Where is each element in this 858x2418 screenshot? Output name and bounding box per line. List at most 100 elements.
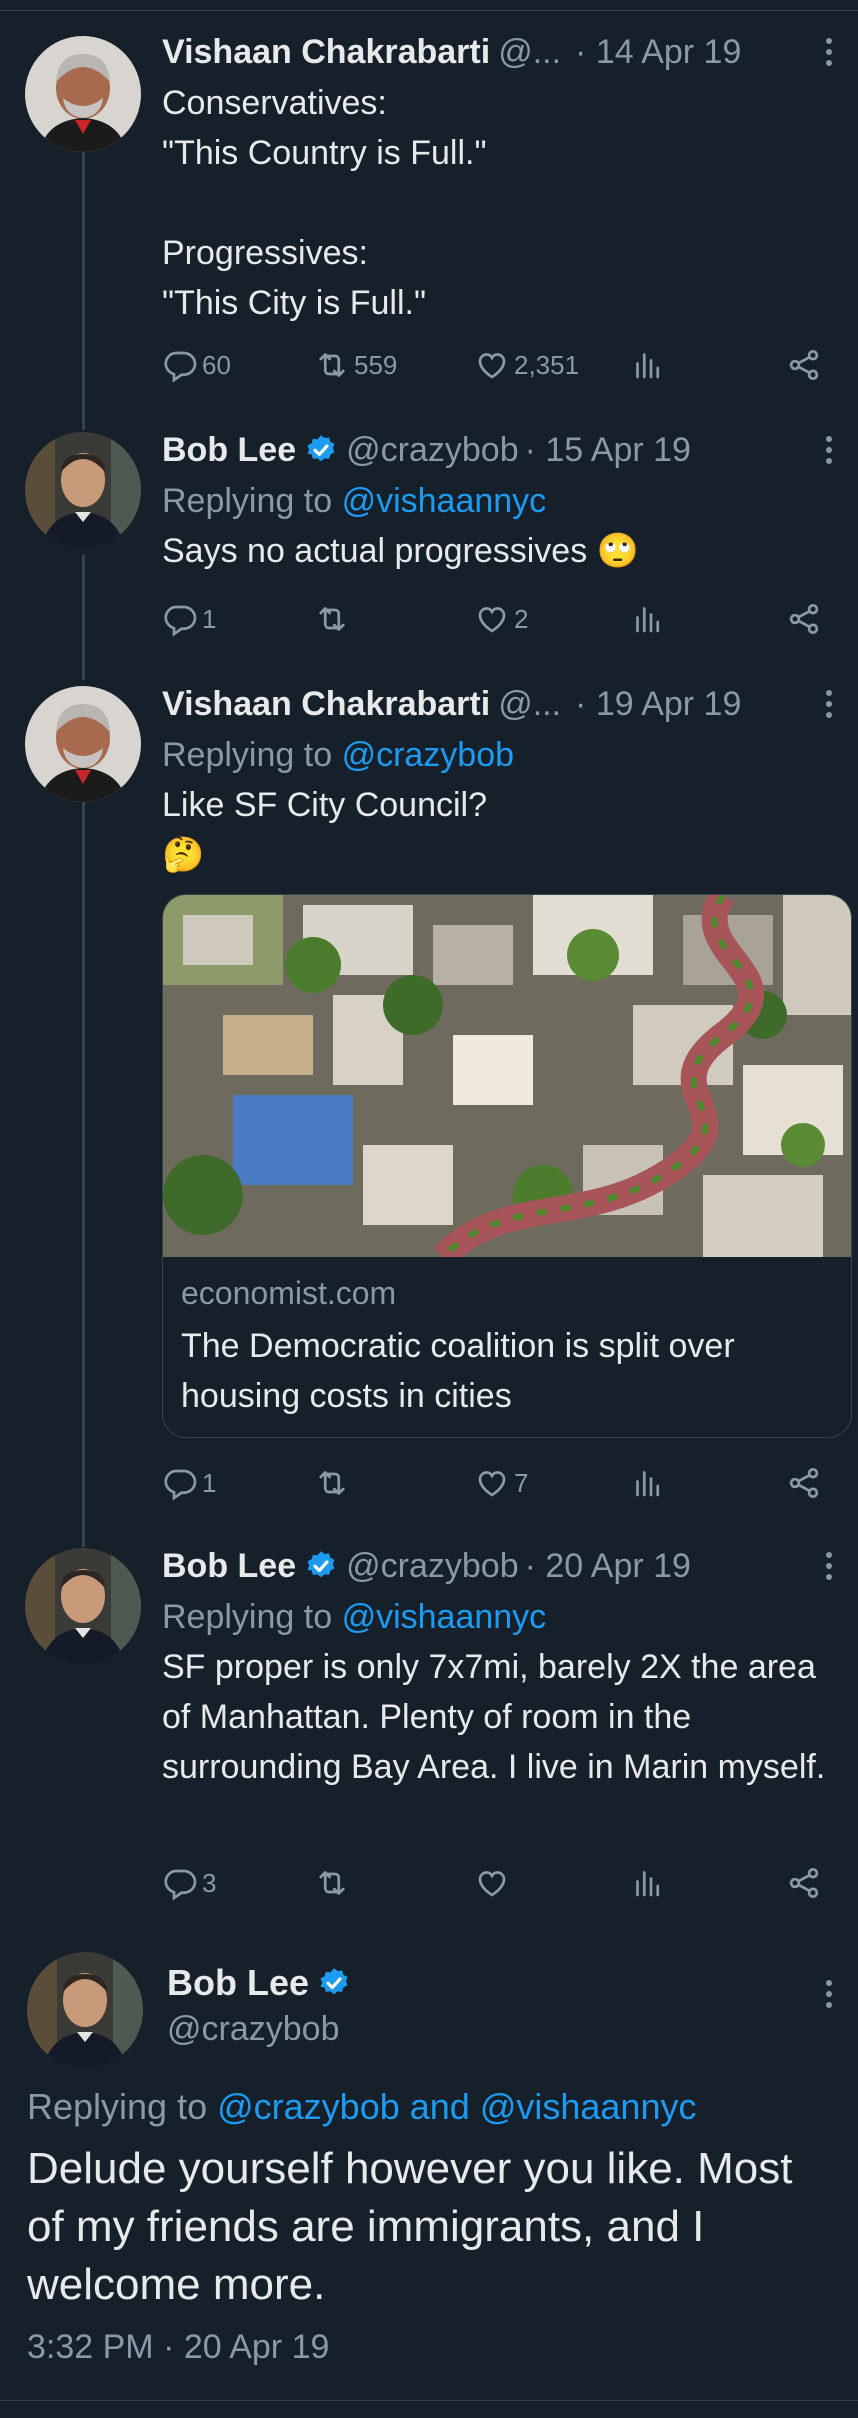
author-handle[interactable]: @... [498, 33, 561, 72]
share-button[interactable] [786, 594, 822, 644]
thread-line [82, 150, 85, 430]
author-name[interactable]: Bob Lee [167, 1962, 309, 2004]
tweet-text: Delude yourself however you like. Most o… [27, 2144, 793, 2309]
tweet-text: Says no actual progressives 🙄 [162, 532, 639, 570]
reply-button[interactable]: 1 [162, 1458, 216, 1508]
share-icon [789, 604, 819, 634]
retweet-button[interactable] [314, 594, 354, 644]
replying-to: Replying to @vishaannyc [162, 476, 844, 526]
replying-prefix: Replying to [162, 482, 333, 520]
thread-line [82, 555, 85, 680]
reply-count: 3 [202, 1867, 217, 1898]
views-icon [636, 1871, 660, 1897]
more-icon[interactable] [814, 1546, 844, 1586]
author-name[interactable]: Vishaan Chakrabarti [162, 33, 490, 72]
more-icon[interactable] [814, 1974, 844, 2014]
replying-to: Replying to @crazybob [162, 730, 844, 780]
views-button[interactable] [630, 1458, 666, 1508]
share-button[interactable] [786, 1858, 822, 1908]
author-name[interactable]: Bob Lee [162, 431, 296, 470]
avatar-image [25, 1548, 141, 1664]
replying-link[interactable]: @vishaannyc [342, 482, 547, 520]
more-icon[interactable] [814, 684, 844, 724]
card-domain: economist.com [181, 1275, 397, 1311]
verified-icon [304, 1549, 338, 1583]
more-icon[interactable] [814, 430, 844, 470]
views-button[interactable] [630, 1858, 666, 1908]
tweet-timestamp[interactable]: 3:32 PM · 20 Apr 19 [27, 2328, 329, 2367]
reply-icon [164, 1469, 197, 1501]
reply-count: 1 [202, 603, 217, 634]
like-count: 2,351 [514, 349, 580, 380]
card-title: The Democratic coalition is split over h… [181, 1327, 735, 1415]
author-handle[interactable]: @crazybob [346, 431, 518, 470]
verified-icon [304, 433, 338, 467]
like-icon [478, 1471, 506, 1497]
views-icon [636, 607, 660, 633]
avatar-bob[interactable] [25, 1548, 141, 1664]
author-handle[interactable]: @... [498, 685, 561, 724]
avatar-image [27, 1952, 143, 2068]
retweet-button[interactable] [314, 1458, 354, 1508]
share-icon [789, 1468, 819, 1498]
reply-button[interactable]: 60 [162, 340, 231, 390]
like-button[interactable]: 2,351 [474, 340, 579, 390]
retweet-icon [319, 1471, 345, 1495]
replying-link[interactable]: @vishaannyc [342, 1598, 547, 1636]
avatar-image [25, 686, 141, 802]
like-icon [478, 607, 506, 633]
views-button[interactable] [630, 340, 666, 390]
views-button[interactable] [630, 594, 666, 644]
tweet-date[interactable]: · 19 Apr 19 [575, 685, 741, 724]
replying-to: Replying to @vishaannyc [162, 1592, 844, 1642]
like-icon [478, 353, 506, 379]
like-button[interactable]: 7 [474, 1458, 528, 1508]
like-icon [478, 1871, 506, 1897]
bottom-divider [0, 2400, 858, 2401]
like-button[interactable]: 2 [474, 594, 528, 644]
reply-count: 60 [202, 349, 231, 380]
avatar-vishaan[interactable] [25, 686, 141, 802]
replying-to: Replying to @crazybob and @vishaannyc [27, 2086, 696, 2128]
tweet-date[interactable]: · 14 Apr 19 [575, 33, 741, 72]
like-count: 7 [514, 1467, 529, 1498]
link-card[interactable]: economist.com The Democratic coalition i… [162, 894, 852, 1438]
replying-link[interactable]: @crazybob and @vishaannyc [217, 2086, 696, 2127]
replying-link[interactable]: @crazybob [342, 736, 514, 774]
avatar-bob[interactable] [25, 432, 141, 548]
verified-icon [317, 1966, 351, 2000]
tweet-date[interactable]: · 20 Apr 19 [525, 1547, 691, 1586]
avatar-bob[interactable] [27, 1952, 143, 2068]
replying-prefix: Replying to [27, 2086, 208, 2127]
share-button[interactable] [786, 1458, 822, 1508]
author-handle[interactable]: @crazybob [346, 1547, 518, 1586]
retweet-icon [319, 353, 345, 377]
avatar-vishaan[interactable] [25, 36, 141, 152]
author-name[interactable]: Bob Lee [162, 1547, 296, 1586]
retweet-icon [319, 607, 345, 631]
tweet-text: Like SF City Council? 🤔 [162, 786, 488, 874]
reply-button[interactable]: 3 [162, 1858, 216, 1908]
tweet-date[interactable]: · 15 Apr 19 [525, 431, 691, 470]
views-icon [636, 1471, 660, 1497]
reply-button[interactable]: 1 [162, 594, 216, 644]
tweet-text: SF proper is only 7x7mi, barely 2X the a… [162, 1648, 826, 1786]
retweet-button[interactable]: 559 [314, 340, 397, 390]
author-name[interactable]: Vishaan Chakrabarti [162, 685, 490, 724]
like-button[interactable] [474, 1858, 514, 1908]
retweet-button[interactable] [314, 1858, 354, 1908]
reply-icon [164, 351, 197, 383]
like-count: 2 [514, 603, 529, 634]
retweet-icon [319, 1871, 345, 1895]
replying-prefix: Replying to [162, 1598, 333, 1636]
avatar-image [25, 432, 141, 548]
retweet-count: 559 [354, 349, 398, 380]
share-button[interactable] [786, 340, 822, 390]
share-icon [789, 350, 819, 380]
more-icon[interactable] [814, 32, 844, 72]
views-icon [636, 353, 660, 379]
author-handle[interactable]: @crazybob [167, 2010, 339, 2049]
reply-icon [164, 1869, 197, 1901]
reply-icon [164, 605, 197, 637]
top-divider [0, 10, 858, 11]
